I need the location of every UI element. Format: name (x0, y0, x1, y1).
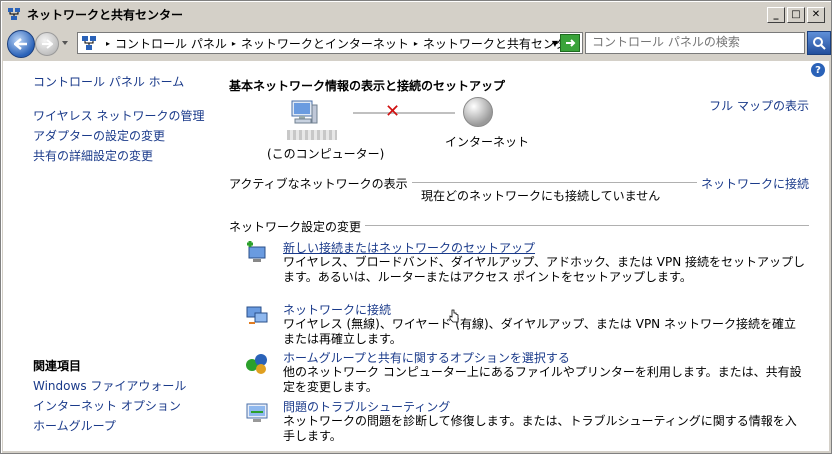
search-box[interactable] (585, 32, 805, 54)
internet-label: インターネット (445, 135, 530, 149)
chevron-right-icon[interactable]: ▸ (106, 39, 110, 48)
new-connection-icon (247, 241, 266, 262)
refresh-icon (566, 39, 576, 47)
homegroup-desc: 他のネットワーク コンピューター上にあるファイルやプリンターを利用します。または… (283, 365, 802, 394)
related-heading: 関連項目 (33, 359, 82, 373)
search-icon (813, 37, 826, 50)
sidebar-homegroup[interactable]: ホームグループ (33, 417, 116, 434)
troubleshoot-link[interactable]: 問題のトラブルシューティング (283, 398, 450, 415)
navigation-bar: ▸ コントロール パネル ▸ ネットワークとインターネット ▸ ネットワークと共… (3, 27, 831, 59)
chevron-right-icon[interactable]: ▸ (232, 39, 236, 48)
window-title: ネットワークと共有センター (27, 8, 184, 22)
no-network-text: 現在どのネットワークにも接続していません (421, 189, 661, 203)
forward-arrow-icon (42, 39, 53, 49)
control-panel-icon (82, 36, 96, 50)
breadcrumb-control-panel[interactable]: コントロール パネル (115, 35, 227, 52)
computer-icon[interactable] (289, 99, 319, 129)
homegroup-link[interactable]: ホームグループと共有に関するオプションを選択する (283, 349, 570, 366)
breadcrumb-network-internet[interactable]: ネットワークとインターネット (241, 35, 409, 52)
connection-line (353, 112, 455, 114)
sidebar-internet-options[interactable]: インターネット オプション (33, 397, 181, 414)
search-button[interactable] (807, 31, 831, 55)
troubleshoot-desc: ネットワークの問題を診断して修復します。または、トラブルシューティングに関する情… (283, 414, 797, 443)
page-title: 基本ネットワーク情報の表示と接続のセットアップ (229, 79, 506, 93)
close-button[interactable]: ✕ (807, 7, 825, 23)
new-connection-desc: ワイヤレス、ブロードバンド、ダイヤルアップ、アドホック、または VPN 接続をセ… (283, 255, 806, 284)
minimize-button[interactable]: _ (767, 7, 785, 23)
history-dropdown-icon[interactable] (61, 39, 69, 47)
active-networks-label: アクティブなネットワークの表示 (229, 175, 412, 192)
hand-cursor-icon (449, 309, 459, 323)
refresh-button[interactable] (560, 34, 580, 52)
sidebar-windows-firewall[interactable]: Windows ファイアウォール (33, 377, 186, 394)
help-icon[interactable]: ? (811, 63, 825, 77)
back-arrow-icon (14, 38, 27, 50)
sidebar-advanced-sharing[interactable]: 共有の詳細設定の変更 (33, 147, 153, 164)
disconnected-x-icon[interactable]: ✕ (385, 101, 400, 122)
homegroup-icon (246, 354, 267, 374)
connect-network-link[interactable]: ネットワークに接続 (696, 175, 809, 192)
maximize-button[interactable]: □ (787, 7, 805, 23)
forward-button[interactable] (35, 32, 59, 56)
connect-network-icon (246, 306, 268, 324)
internet-globe-icon[interactable] (463, 97, 493, 127)
network-sharing-center-window: ネットワークと共有センター _ □ ✕ ▸ コントロール パネル ▸ ネットワー… (0, 0, 832, 454)
network-center-icon (8, 8, 20, 20)
search-input[interactable] (592, 33, 792, 51)
connect-network-desc: ワイヤレス (無線)、ワイヤード (有線)、ダイヤルアップ、または VPN ネッ… (283, 317, 796, 346)
address-dropdown-icon[interactable]: ▼ (552, 39, 558, 48)
content-area: ? コントロール パネル ホーム ワイヤレス ネットワークの管理 アダプターの設… (3, 61, 829, 451)
sidebar-manage-wireless[interactable]: ワイヤレス ネットワークの管理 (33, 107, 204, 124)
computer-label: (このコンピューター) (267, 147, 385, 161)
full-map-link[interactable]: フル マップの表示 (709, 97, 809, 114)
address-bar[interactable]: ▸ コントロール パネル ▸ ネットワークとインターネット ▸ ネットワークと共… (77, 32, 583, 54)
settings-label: ネットワーク設定の変更 (229, 218, 366, 235)
computer-name-redacted (287, 130, 337, 140)
new-connection-link[interactable]: 新しい接続またはネットワークのセットアップ (283, 239, 535, 256)
sidebar-adapter-settings[interactable]: アダプターの設定の変更 (33, 127, 165, 144)
chevron-right-icon[interactable]: ▸ (414, 39, 418, 48)
title-bar[interactable]: ネットワークと共有センター _ □ ✕ (3, 3, 829, 25)
back-button[interactable] (7, 30, 35, 58)
troubleshoot-icon (246, 403, 268, 422)
window-controls: _ □ ✕ (767, 7, 825, 23)
connect-network-task-link[interactable]: ネットワークに接続 (283, 301, 391, 318)
sidebar-control-panel-home[interactable]: コントロール パネル ホーム (33, 73, 184, 90)
